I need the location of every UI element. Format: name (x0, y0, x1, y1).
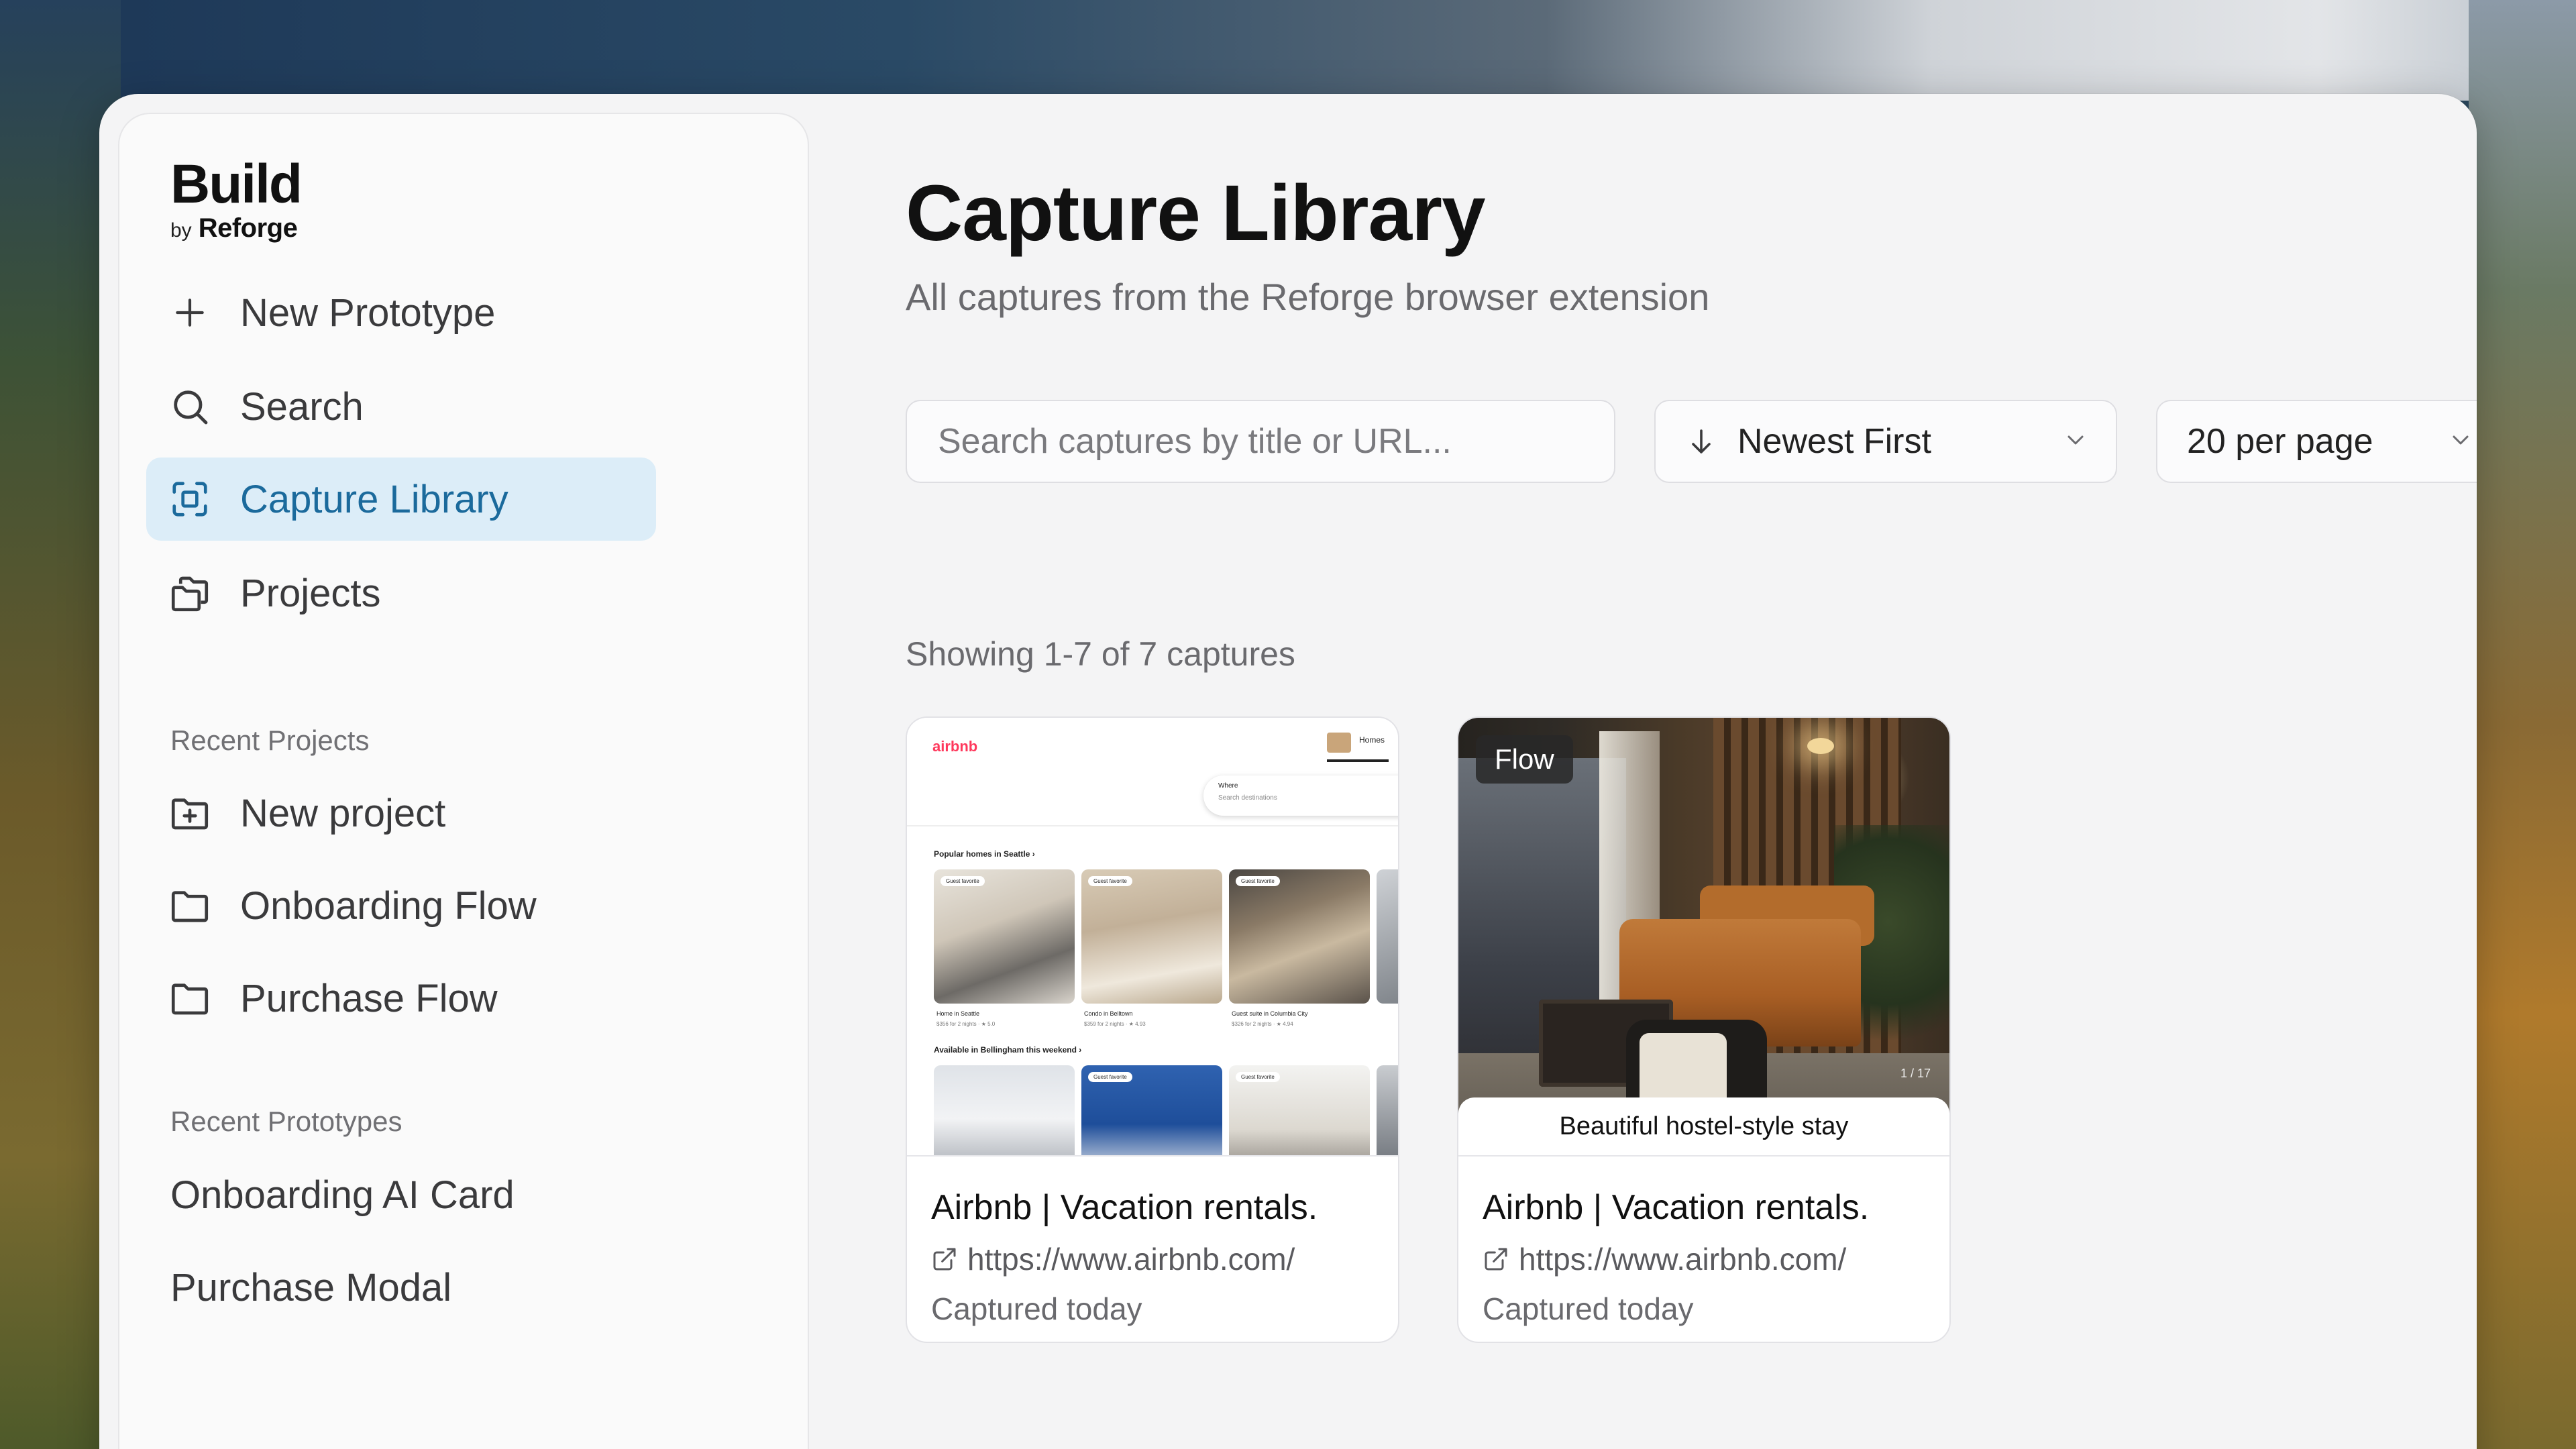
nav-label: Projects (240, 571, 381, 615)
listing-name: Guest suite in Columbia City (1232, 1010, 1308, 1017)
external-link-icon (931, 1246, 967, 1273)
where-hint: Search destinations (1218, 794, 1277, 802)
recent-projects-heading: Recent Projects (170, 724, 370, 756)
listing-photo: Guest favorite (1229, 1065, 1370, 1155)
listing-meta: $359 for 2 nights · ★ 4.93 (1084, 1021, 1146, 1027)
project-new-project[interactable]: New project (146, 771, 656, 855)
listing-photo: Guest favorite (1229, 869, 1370, 1004)
brand-title: Build (170, 154, 303, 215)
per-page-select[interactable]: 20 per page (2156, 400, 2477, 483)
capture-icon (166, 476, 213, 523)
per-page-select-label: 20 per page (2187, 422, 2373, 461)
background-mountains (0, 0, 2576, 101)
capture-date: Captured today (931, 1291, 1142, 1326)
listing-caption: Beautiful hostel-style stay (1458, 1097, 1949, 1155)
arrow-down-icon (1685, 425, 1717, 458)
section-heading: Popular homes in Seattle › (934, 849, 1035, 859)
listing-name: Condo in Belltown (1084, 1010, 1133, 1017)
search-icon (166, 383, 213, 430)
nav-label: Capture Library (240, 477, 508, 521)
capture-card[interactable]: airbnb Homes Where Search destinations P… (906, 716, 1399, 1343)
nav-label: Onboarding Flow (240, 883, 537, 928)
sort-select[interactable]: Newest First (1654, 400, 2117, 483)
photo-counter: 1 / 17 (1900, 1067, 1931, 1080)
guest-favorite-badge: Guest favorite (1088, 1072, 1132, 1082)
capture-thumbnail: Flow 1 / 17 Beautiful hostel-style stay (1458, 718, 1949, 1157)
plus-icon (166, 289, 213, 336)
homes-tab: Homes (1358, 735, 1385, 745)
listing-photo (1377, 1065, 1398, 1155)
listing-photo: Guest favorite (934, 869, 1075, 1004)
listing-photo: Guest favorite (1081, 869, 1222, 1004)
app-window: Build by Reforge New Prototype Search Ca… (99, 94, 2477, 1449)
search-captures-field[interactable] (906, 400, 1615, 483)
section-heading: Available in Bellingham this weekend › (934, 1045, 1082, 1055)
listing-meta: $356 for 2 nights · ★ 5.0 (936, 1021, 996, 1027)
project-purchase-flow[interactable]: Purchase Flow (146, 957, 656, 1040)
folder-icon (166, 975, 213, 1022)
guest-favorite-badge: Guest favorite (1236, 876, 1280, 886)
main-content: Capture Library All captures from the Re… (810, 94, 2477, 1449)
external-link-icon (1483, 1246, 1519, 1273)
page-subtitle: All captures from the Reforge browser ex… (906, 276, 1710, 318)
brand-by: by (170, 219, 192, 241)
capture-url[interactable]: https://www.airbnb.com/ (931, 1241, 1295, 1277)
sidebar: Build by Reforge New Prototype Search Ca… (118, 113, 809, 1449)
nav-label: Purchase Flow (240, 976, 498, 1020)
folder-icon (166, 882, 213, 929)
prototype-onboarding-ai-card[interactable]: Onboarding AI Card (170, 1173, 515, 1218)
nav-new-prototype[interactable]: New Prototype (146, 271, 656, 354)
sort-select-label: Newest First (1737, 422, 1931, 461)
listing-photo: Guest favorite (1081, 1065, 1222, 1155)
results-count: Showing 1-7 of 7 captures (906, 635, 1295, 673)
capture-title: Airbnb | Vacation rentals. (931, 1188, 1318, 1227)
capture-thumbnail: airbnb Homes Where Search destinations P… (907, 718, 1398, 1157)
capture-date: Captured today (1483, 1291, 1694, 1326)
listing-photo (1377, 869, 1398, 1004)
capture-url-text: https://www.airbnb.com/ (967, 1242, 1295, 1277)
recent-prototypes-heading: Recent Prototypes (170, 1106, 402, 1137)
listing-photo (934, 1065, 1075, 1155)
guest-favorite-badge: Guest favorite (1236, 1072, 1280, 1082)
chevron-down-icon (2447, 427, 2474, 457)
nav-capture-library[interactable]: Capture Library (146, 458, 656, 541)
nav-label: New Prototype (240, 290, 496, 335)
folder-plus-icon (166, 790, 213, 837)
projects-icon (166, 570, 213, 616)
where-label: Where (1218, 782, 1238, 790)
page-title: Capture Library (906, 169, 1486, 258)
listing-name: Home in Seattle (936, 1010, 980, 1017)
nav-projects[interactable]: Projects (146, 551, 656, 635)
nav-label: Search (240, 384, 364, 429)
capture-url-text: https://www.airbnb.com/ (1519, 1242, 1847, 1277)
capture-title: Airbnb | Vacation rentals. (1483, 1188, 1870, 1227)
capture-card[interactable]: Flow 1 / 17 Beautiful hostel-style stay … (1457, 716, 1951, 1343)
guest-favorite-badge: Guest favorite (941, 876, 985, 886)
nav-label: New project (240, 791, 446, 835)
airbnb-search-bar: Where Search destinations (1203, 775, 1398, 816)
homes-icon (1327, 733, 1351, 753)
guest-favorite-badge: Guest favorite (1088, 876, 1132, 886)
search-captures-input[interactable] (936, 421, 1614, 462)
background-forest-right (2469, 0, 2576, 1449)
chevron-down-icon (2062, 427, 2089, 457)
listing-meta: $326 for 2 nights · ★ 4.94 (1232, 1021, 1293, 1027)
prototype-purchase-modal[interactable]: Purchase Modal (170, 1265, 451, 1310)
capture-url[interactable]: https://www.airbnb.com/ (1483, 1241, 1846, 1277)
airbnb-logo: airbnb (932, 738, 978, 755)
brand-logo[interactable]: Build by Reforge (170, 154, 303, 244)
project-onboarding-flow[interactable]: Onboarding Flow (146, 864, 656, 947)
flow-badge: Flow (1476, 735, 1573, 784)
nav-search[interactable]: Search (146, 365, 656, 448)
brand-name: Reforge (198, 213, 298, 243)
